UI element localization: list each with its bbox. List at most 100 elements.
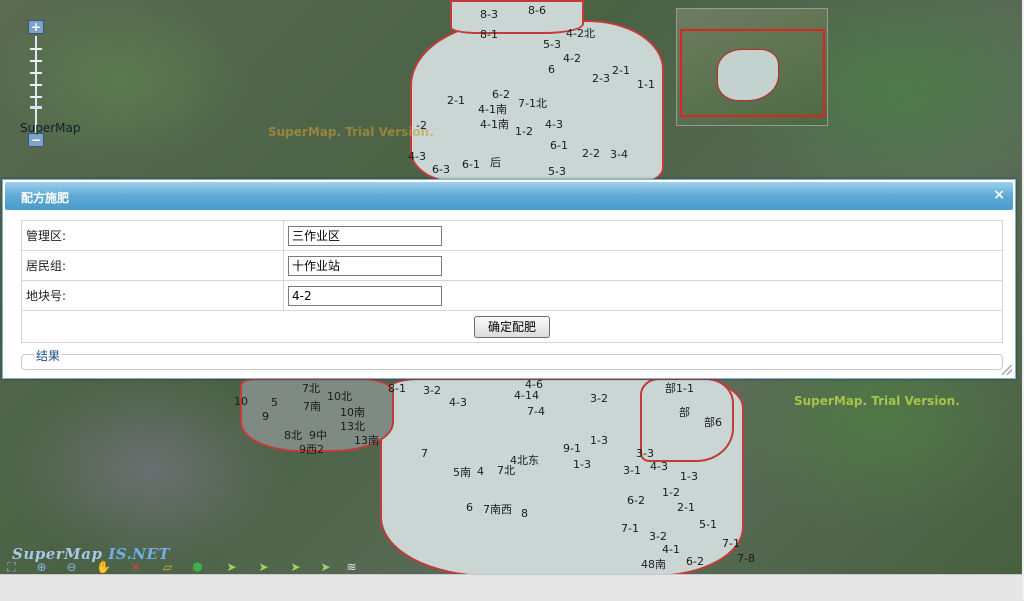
zoom-tick[interactable] (30, 48, 42, 50)
map-label: 6-1 (550, 139, 568, 152)
fertilization-form: 管理区: 居民组: 地块号: 确定配肥 (21, 220, 1003, 343)
map-label: 3-2 (590, 392, 608, 405)
resident-group-input[interactable] (288, 255, 442, 276)
form-row-resident-group: 居民组: (21, 250, 1003, 281)
map-label: 6-1 (462, 158, 480, 171)
map-label: 4 (477, 465, 484, 478)
dialog-header[interactable]: 配方施肥 × (5, 182, 1013, 210)
map-label: 部 (679, 406, 690, 419)
map-label: 7-4 (527, 405, 545, 418)
map-label: 6-3 (432, 163, 450, 176)
map-label: 1-3 (680, 470, 698, 483)
form-row-actions: 确定配肥 (21, 310, 1003, 343)
resident-group-cell (283, 250, 1003, 281)
map-label: 5-3 (543, 38, 561, 51)
dialog-title: 配方施肥 (21, 191, 70, 205)
map-label: 10北 (327, 390, 352, 403)
management-area-input[interactable] (288, 225, 442, 246)
map-label: 1-2 (662, 486, 680, 499)
map-label: 7 (421, 447, 428, 460)
map-label: 4-3 (650, 460, 668, 473)
full-extent-icon[interactable]: ⛶ (4, 560, 19, 574)
map-label: 9 (262, 410, 269, 423)
map-label: 4-1 (662, 543, 680, 556)
result-legend: 结果 (34, 347, 63, 364)
map-label: 6-2 (686, 555, 704, 568)
actions-cell: 确定配肥 (21, 310, 1003, 343)
management-area-label: 管理区: (21, 220, 284, 251)
map-label: 3-2 (649, 530, 667, 543)
map-label: 1-3 (590, 434, 608, 447)
map-label: 4-1南 (478, 103, 507, 116)
zoom-out-icon[interactable]: ⊖ (64, 560, 79, 574)
map-label: 3-2 (423, 384, 441, 397)
scale-label: SuperMap (20, 121, 81, 135)
result-fieldset: 结果 (21, 347, 1003, 370)
select-point-icon[interactable]: ➤ (224, 560, 239, 574)
map-label: 4-2 (563, 52, 581, 65)
zoom-tick[interactable] (30, 60, 42, 62)
map-label: 7南西 (483, 503, 512, 516)
select-line-icon[interactable]: ➤ (256, 560, 271, 574)
clear-icon[interactable]: ✕ (128, 560, 143, 574)
resize-grip-icon[interactable] (1002, 365, 1012, 375)
map-label: 后 (490, 156, 501, 169)
map-label: 2-2 (582, 147, 600, 160)
map-label: 5-3 (548, 165, 566, 178)
map-label: 4北东 (510, 454, 539, 467)
zoom-tick[interactable] (30, 72, 42, 74)
map-label: 6 (466, 501, 473, 514)
form-row-management-area: 管理区: (21, 220, 1003, 251)
select-polygon-icon[interactable]: ➤ (318, 560, 333, 574)
zoom-in-icon[interactable]: ⊕ (34, 560, 49, 574)
map-label: 7-1北 (518, 97, 547, 110)
close-icon[interactable]: × (993, 188, 1005, 202)
map-label: 8-3 (480, 8, 498, 21)
map-label: 48南 (641, 558, 666, 571)
fertilization-dialog: 配方施肥 × 管理区: 居民组: 地块号: 确定配肥 结果 (2, 179, 1016, 379)
map-label: 2-3 (592, 72, 610, 85)
zoom-out-button[interactable]: − (28, 133, 44, 147)
map-label: 8-1 (480, 28, 498, 41)
plot-number-label: 地块号: (21, 280, 284, 311)
select-rect-icon[interactable]: ➤ (288, 560, 303, 574)
zoom-handle[interactable] (30, 106, 42, 109)
confirm-fertilize-button[interactable]: 确定配肥 (474, 315, 550, 338)
layers-icon[interactable]: ≋ (344, 560, 359, 574)
overview-extent-box[interactable] (680, 29, 825, 117)
zoom-tick[interactable] (30, 84, 42, 86)
map-label: 4-3 (545, 118, 563, 131)
map-label: 1-2 (515, 125, 533, 138)
zoom-in-button[interactable]: + (28, 20, 44, 34)
resident-group-label: 居民组: (21, 250, 284, 281)
map-label: 5-1 (699, 518, 717, 531)
map-label: 2-1 (612, 64, 630, 77)
map-label: 9西2 (299, 443, 324, 456)
map-label: 8-6 (528, 4, 546, 17)
map-label: 部1-1 (665, 382, 694, 395)
map-label: 2-1 (677, 501, 695, 514)
map-label: 5 (271, 396, 278, 409)
map-label: 部6 (704, 416, 722, 429)
map-label: 4-6 (525, 378, 543, 391)
map-label: 6-2 (492, 88, 510, 101)
map-label: 7-1 (722, 537, 740, 550)
status-bar (0, 574, 1024, 601)
overview-map[interactable] (676, 8, 828, 126)
form-row-plot-number: 地块号: (21, 280, 1003, 311)
measure-area-icon[interactable]: ⬢ (190, 560, 205, 574)
plot-number-input[interactable] (288, 285, 442, 306)
map-label: 1-1 (637, 78, 655, 91)
map-label: 7-1 (621, 522, 639, 535)
map-label: 3-4 (610, 148, 628, 161)
map-label: 8-1 (388, 382, 406, 395)
map-label: 7北 (302, 382, 320, 395)
zoom-tick[interactable] (30, 96, 42, 98)
map-label: 7-8 (737, 552, 755, 565)
pan-hand-icon[interactable]: ✋ (96, 560, 111, 574)
map-field-region (450, 0, 584, 34)
map-label: 2-1 (447, 94, 465, 107)
map-label: 10 (234, 395, 248, 408)
measure-distance-icon[interactable]: ▱ (160, 560, 175, 574)
map-label: 4-1南 (480, 118, 509, 131)
